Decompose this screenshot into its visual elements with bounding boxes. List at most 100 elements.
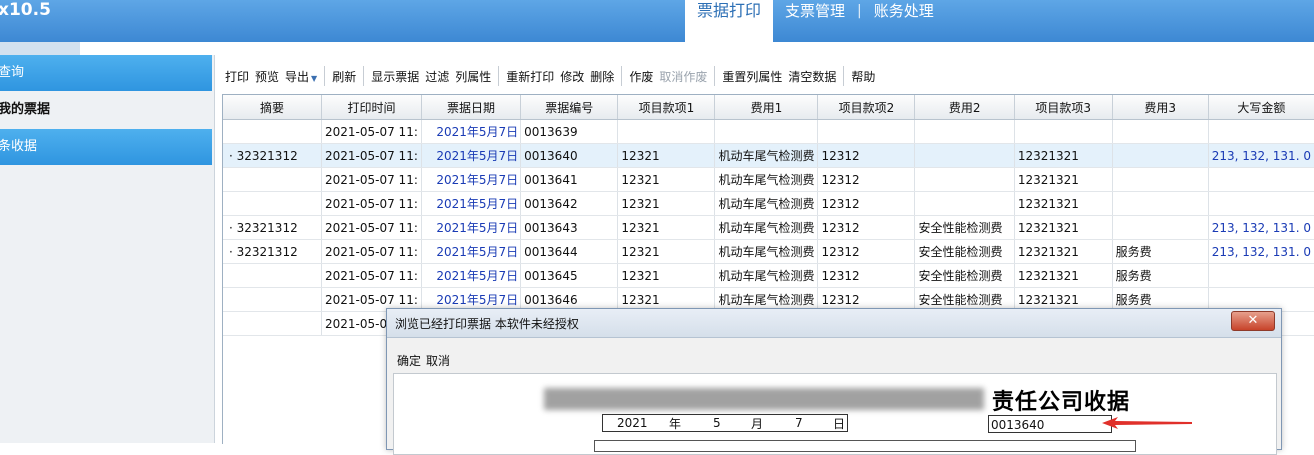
close-icon[interactable]: ✕ bbox=[1231, 311, 1275, 331]
cancel-button[interactable]: 取消 bbox=[426, 354, 450, 368]
column-header[interactable]: 项目款项3 bbox=[1014, 95, 1113, 120]
tab-ticket-print[interactable]: 票据打印 bbox=[685, 0, 774, 42]
toolbar: 打印 预览 导出 ▼ 刷新 显示票据 过滤 列属性 重新打印 修改 删除 作废 取… bbox=[222, 62, 1314, 90]
table-cell: 12312 bbox=[817, 263, 916, 288]
table-row[interactable]: 2021-05-07 11: 2021年5月7日 0013642 12321 机动车尾气… bbox=[223, 191, 1314, 216]
table-cell: 2021年5月7日 bbox=[421, 143, 522, 168]
table-cell: 12321 bbox=[617, 215, 716, 240]
table-cell: 12321321 bbox=[1014, 263, 1113, 288]
table-cell: 12312 bbox=[817, 167, 916, 192]
cancel-void-button[interactable]: 取消作废 bbox=[656, 68, 710, 85]
sidebar: 查询 我的票据 条收据 bbox=[0, 55, 215, 443]
date-day-unit: 日 bbox=[833, 416, 846, 431]
table-cell: 12321321 bbox=[1014, 191, 1113, 216]
confirm-button[interactable]: 确定 bbox=[397, 354, 421, 368]
table-cell: 0013640 bbox=[520, 143, 619, 168]
table-cell: 机动车尾气检测费 bbox=[714, 167, 819, 192]
table-cell: 213, 132, 131. 0 bbox=[1208, 239, 1314, 264]
show-tickets-button[interactable]: 显示票据 bbox=[368, 68, 422, 85]
column-header[interactable]: 打印时间 bbox=[321, 95, 422, 120]
table-cell bbox=[1208, 167, 1314, 192]
table-cell: 2021年5月7日 bbox=[421, 119, 522, 144]
print-button[interactable]: 打印 bbox=[222, 68, 252, 85]
clear-data-button[interactable]: 清空数据 bbox=[785, 68, 839, 85]
table-cell bbox=[223, 311, 322, 336]
tab-check-management[interactable]: 支票管理 bbox=[773, 0, 857, 30]
table-cell bbox=[617, 119, 716, 144]
table-cell: 机动车尾气检测费 bbox=[714, 143, 819, 168]
app-title: x10.5 bbox=[0, 0, 51, 20]
table-cell bbox=[1112, 167, 1209, 192]
table-cell: 0013642 bbox=[520, 191, 619, 216]
table-cell bbox=[1014, 119, 1113, 144]
table-cell: 213, 132, 131. 0 bbox=[1208, 143, 1314, 168]
edit-button[interactable]: 修改 bbox=[557, 68, 587, 85]
tab-accounting[interactable]: 账务处理 bbox=[862, 0, 946, 30]
table-cell: 2021-05-07 11: bbox=[321, 215, 422, 240]
reset-column-properties-button[interactable]: 重置列属性 bbox=[719, 68, 785, 85]
preview-button[interactable]: 预览 bbox=[252, 68, 282, 85]
table-cell: 机动车尾气检测费 bbox=[714, 191, 819, 216]
date-month: 5 bbox=[713, 416, 721, 430]
refresh-button[interactable]: 刷新 bbox=[329, 68, 359, 85]
sidebar-item-receipt[interactable]: 条收据 bbox=[0, 129, 212, 165]
table-cell: 2021年5月7日 bbox=[421, 215, 522, 240]
column-header[interactable]: 大写金额 bbox=[1208, 95, 1314, 120]
column-header[interactable]: 费用1 bbox=[714, 95, 819, 120]
table-cell bbox=[1112, 191, 1209, 216]
column-header[interactable]: 费用3 bbox=[1112, 95, 1209, 120]
table-row[interactable]: 2021-05-07 11: 2021年5月7日 0013639 bbox=[223, 119, 1314, 144]
date-year: 2021 bbox=[617, 416, 648, 430]
table-cell bbox=[223, 287, 322, 312]
column-header[interactable]: 摘要 bbox=[223, 95, 322, 120]
table-cell bbox=[1208, 119, 1314, 144]
table-cell: 2021年5月7日 bbox=[421, 191, 522, 216]
help-button[interactable]: 帮助 bbox=[848, 68, 878, 85]
column-header[interactable]: 费用2 bbox=[914, 95, 1015, 120]
column-header[interactable]: 票据编号 bbox=[520, 95, 619, 120]
table-cell: 安全性能检测费 bbox=[914, 215, 1015, 240]
table-row[interactable]: 2021-05-07 11: 2021年5月7日 0013645 12321 机动车尾气… bbox=[223, 263, 1314, 288]
toolbar-divider bbox=[621, 66, 623, 86]
sidebar-item-query[interactable]: 查询 bbox=[0, 55, 212, 91]
toolbar-divider bbox=[324, 66, 326, 86]
table-cell bbox=[1112, 215, 1209, 240]
table-cell: 12321 bbox=[617, 167, 716, 192]
filter-button[interactable]: 过滤 bbox=[422, 68, 452, 85]
table-row[interactable]: · 32321312 2021-05-07 11: 2021年5月7日 0013640… bbox=[223, 143, 1314, 168]
table-cell: 机动车尾气检测费 bbox=[714, 215, 819, 240]
table-cell bbox=[914, 191, 1015, 216]
sidebar-item-my-tickets[interactable]: 我的票据 bbox=[0, 92, 212, 128]
dialog-titlebar[interactable]: 浏览已经打印票据 本软件未经授权 ✕ bbox=[387, 309, 1281, 338]
title-underline bbox=[0, 42, 80, 55]
red-arrow-icon bbox=[1102, 417, 1192, 429]
table-cell: 12321321 bbox=[1014, 143, 1113, 168]
table-row[interactable]: · 32321312 2021-05-07 11: 2021年5月7日 0013644… bbox=[223, 239, 1314, 264]
column-properties-button[interactable]: 列属性 bbox=[452, 68, 494, 85]
table-cell: 213, 132, 131. 0 bbox=[1208, 215, 1314, 240]
blurred-company-name bbox=[544, 388, 984, 410]
table-row[interactable]: 2021-05-07 11: 2021年5月7日 0013641 12321 机动车尾气… bbox=[223, 167, 1314, 192]
export-label: 导出 bbox=[285, 69, 310, 84]
dropdown-arrow-icon: ▼ bbox=[311, 73, 318, 83]
receipt-title: 责任公司收据 bbox=[992, 389, 1131, 415]
browse-printed-dialog: 浏览已经打印票据 本软件未经授权 ✕ 确定 取消 责任公司收据 2021 年 5 … bbox=[386, 308, 1282, 455]
table-row[interactable]: · 32321312 2021-05-07 11: 2021年5月7日 0013643… bbox=[223, 215, 1314, 240]
column-header[interactable]: 票据日期 bbox=[421, 95, 522, 120]
table-cell: 0013641 bbox=[520, 167, 619, 192]
table-cell: · 32321312 bbox=[223, 143, 322, 168]
export-button[interactable]: 导出 ▼ bbox=[282, 68, 320, 85]
table-cell: 2021-05-07 11: bbox=[321, 191, 422, 216]
reprint-button[interactable]: 重新打印 bbox=[503, 68, 557, 85]
receipt-date: 2021 年 5 月 7 日 bbox=[602, 414, 848, 432]
table-cell bbox=[1208, 191, 1314, 216]
toolbar-divider bbox=[843, 66, 845, 86]
date-year-unit: 年 bbox=[669, 416, 682, 431]
column-header[interactable]: 项目款项1 bbox=[617, 95, 716, 120]
table-cell: 12312 bbox=[817, 215, 916, 240]
column-header[interactable]: 项目款项2 bbox=[817, 95, 916, 120]
dialog-title: 浏览已经打印票据 本软件未经授权 bbox=[395, 317, 579, 331]
delete-button[interactable]: 删除 bbox=[587, 68, 617, 85]
table-cell bbox=[223, 191, 322, 216]
void-button[interactable]: 作废 bbox=[626, 68, 656, 85]
